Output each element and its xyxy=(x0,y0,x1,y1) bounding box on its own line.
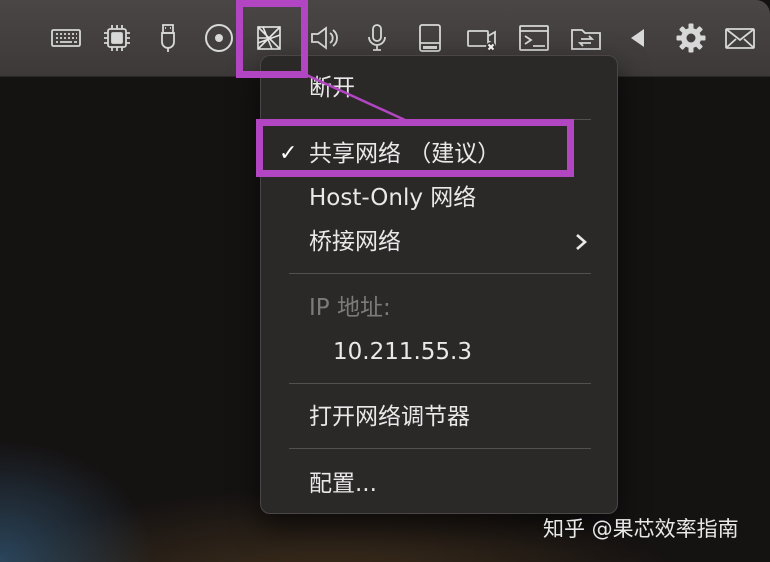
ip-address-label: IP 地址: xyxy=(309,295,391,321)
highlight-box-shared-network xyxy=(256,119,574,177)
hard-drive-icon[interactable] xyxy=(412,20,448,56)
shared-folder-icon[interactable] xyxy=(568,20,604,56)
back-triangle-icon[interactable] xyxy=(620,20,656,56)
microphone-icon[interactable] xyxy=(359,20,395,56)
cpu-chip-icon[interactable] xyxy=(99,20,135,56)
ip-address-value: 10.211.55.3 xyxy=(333,339,472,365)
menu-item-configure[interactable]: 配置... xyxy=(309,469,377,499)
disc-icon[interactable] xyxy=(201,20,237,56)
chevron-right-icon xyxy=(576,234,587,250)
menu-item-host-only[interactable]: Host-Only 网络 xyxy=(309,183,476,213)
menu-item-disconnect[interactable]: 断开 xyxy=(309,73,355,103)
speaker-icon[interactable] xyxy=(306,20,342,56)
watermark-text: 知乎 @果芯效率指南 xyxy=(543,517,739,541)
terminal-icon[interactable] xyxy=(516,20,552,56)
highlight-box-network-icon xyxy=(236,0,308,78)
menu-separator xyxy=(289,383,591,384)
menu-item-bridged[interactable]: 桥接网络 xyxy=(309,227,401,257)
menu-item-open-network-prefs[interactable]: 打开网络调节器 xyxy=(309,402,470,432)
keyboard-icon[interactable] xyxy=(48,20,84,56)
usb-icon[interactable] xyxy=(150,20,186,56)
camera-off-icon[interactable] xyxy=(464,20,500,56)
gear-icon[interactable] xyxy=(673,20,709,56)
mail-icon[interactable] xyxy=(722,20,758,56)
menu-separator xyxy=(289,448,591,449)
menu-separator xyxy=(289,273,591,274)
